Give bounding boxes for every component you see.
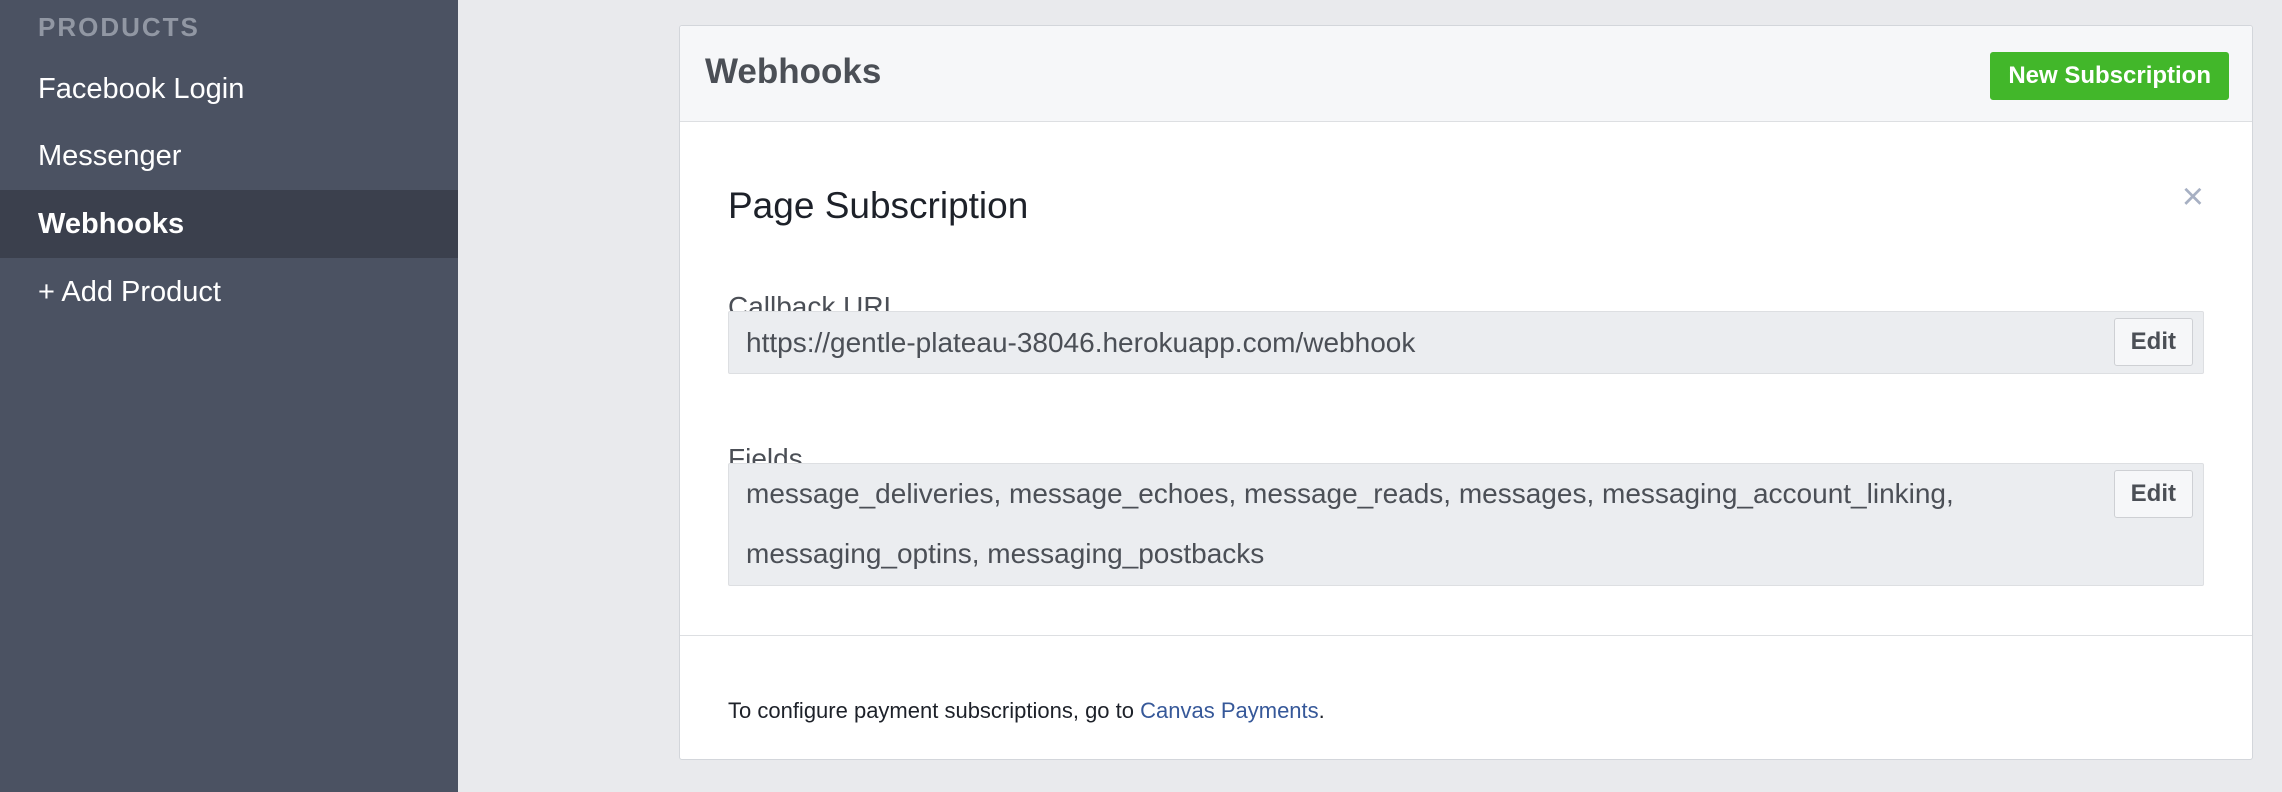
- webhooks-card: Webhooks New Subscription Page Subscript…: [679, 25, 2253, 760]
- footer-note: To configure payment subscriptions, go t…: [728, 698, 1325, 724]
- sidebar-item-facebook-login[interactable]: Facebook Login: [0, 55, 458, 123]
- fields-field: message_deliveries, message_echoes, mess…: [728, 463, 2204, 586]
- sidebar-item-label: Facebook Login: [38, 72, 245, 105]
- sidebar-item-label: Webhooks: [38, 207, 185, 240]
- callback-url-edit-button[interactable]: Edit: [2113, 318, 2193, 366]
- sidebar-item-label: Messenger: [38, 139, 182, 172]
- new-subscription-button[interactable]: New Subscription: [1990, 52, 2229, 100]
- sidebar-item-messenger[interactable]: Messenger: [0, 122, 458, 190]
- sidebar-item-add-product[interactable]: + Add Product: [0, 258, 458, 326]
- canvas-payments-link[interactable]: Canvas Payments: [1140, 698, 1319, 723]
- sidebar: PRODUCTS Facebook Login Messenger Webhoo…: [0, 0, 458, 792]
- page-title: Webhooks: [705, 52, 882, 91]
- section-title: Page Subscription: [728, 185, 1029, 226]
- sidebar-item-label: + Add Product: [38, 275, 221, 308]
- sidebar-item-webhooks[interactable]: Webhooks: [0, 190, 458, 258]
- footer-prefix: To configure payment subscriptions, go t…: [728, 698, 1141, 723]
- close-icon[interactable]: ×: [2182, 178, 2204, 216]
- callback-url-field: https://gentle-plateau-38046.herokuapp.c…: [728, 311, 2204, 374]
- sidebar-heading: PRODUCTS: [38, 12, 200, 42]
- card-divider: [680, 635, 2252, 636]
- card-header: Webhooks New Subscription: [680, 26, 2252, 122]
- fields-value: message_deliveries, message_echoes, mess…: [746, 478, 1954, 569]
- callback-url-value: https://gentle-plateau-38046.herokuapp.c…: [746, 327, 1416, 358]
- fields-edit-button[interactable]: Edit: [2113, 470, 2193, 518]
- footer-suffix: .: [1318, 698, 1325, 723]
